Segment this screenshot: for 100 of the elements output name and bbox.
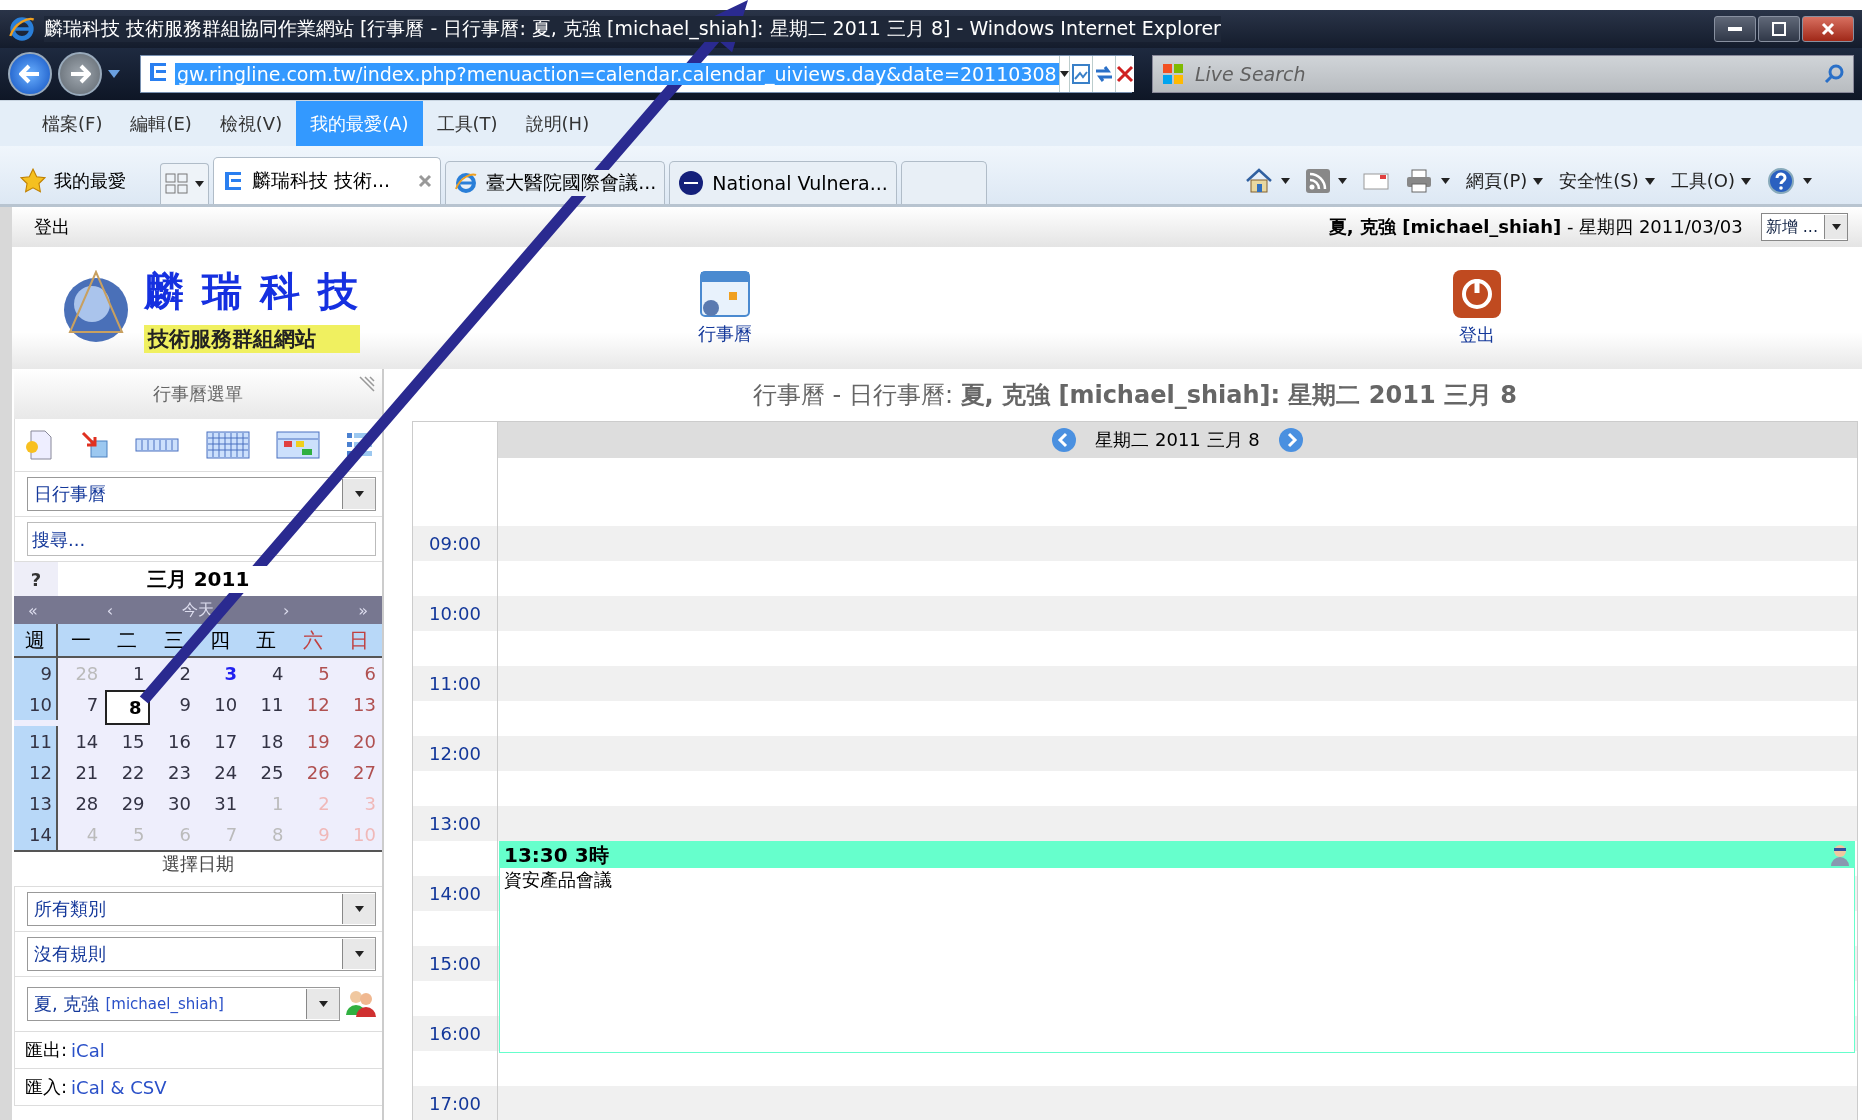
menu-item[interactable]: 檔案(F) [28, 101, 117, 146]
calendar-day[interactable]: 30 [150, 788, 197, 819]
calendar-day[interactable]: 25 [243, 757, 290, 788]
home-icon[interactable] [1245, 168, 1274, 194]
caret-icon[interactable] [108, 70, 120, 78]
calendar-day[interactable]: 27 [335, 757, 382, 788]
menu-item[interactable]: 工具(T) [422, 101, 512, 146]
refresh-button[interactable] [1091, 56, 1115, 92]
caret-icon[interactable] [354, 491, 364, 497]
help-icon[interactable] [1767, 167, 1795, 195]
calendar-app-link[interactable]: 行事曆 [698, 270, 752, 346]
calendar-day[interactable]: 15 [104, 726, 151, 757]
feed-icon[interactable] [1306, 169, 1331, 193]
calendar-day[interactable]: 16 [150, 726, 197, 757]
calendar-day[interactable]: 24 [196, 757, 244, 788]
minimize-button[interactable] [1714, 16, 1756, 42]
calendar-day[interactable]: 14 [58, 726, 105, 757]
browser-tab[interactable]: 麟瑞科技 技術... [213, 157, 442, 204]
caret-icon[interactable] [1059, 71, 1069, 77]
calendar-day[interactable]: 7 [58, 689, 105, 720]
menu-item[interactable]: 說明(H) [511, 101, 604, 146]
forward-button[interactable] [58, 52, 102, 96]
previous-day-button[interactable] [1051, 427, 1078, 453]
calendar-day[interactable]: 10 [196, 689, 244, 720]
calendar-day[interactable]: 3 [196, 658, 244, 689]
caret-icon[interactable] [1281, 178, 1291, 184]
new-select[interactable]: 新增 ... [1760, 213, 1848, 241]
calendar-day[interactable]: 22 [104, 757, 151, 788]
calendar-day[interactable]: 20 [335, 726, 382, 757]
calendar-day[interactable]: 19 [289, 726, 336, 757]
caret-icon[interactable] [195, 181, 204, 187]
month-view-icon[interactable] [275, 431, 320, 459]
calendar-day[interactable]: 5 [289, 658, 336, 689]
search-icon[interactable] [1823, 63, 1845, 85]
calendar-day[interactable]: 1 [104, 658, 151, 689]
compatibility-button[interactable] [1068, 56, 1092, 92]
calendar-day[interactable]: 11 [243, 689, 290, 720]
calendar-day[interactable]: 17 [196, 726, 244, 757]
calendar-day[interactable]: 6 [335, 658, 382, 689]
stop-icon[interactable] [1115, 65, 1134, 83]
menu-item[interactable]: 檢視(V) [205, 101, 297, 146]
import-icon[interactable] [81, 431, 110, 459]
calendar-day[interactable]: 8 [105, 690, 150, 725]
back-button[interactable] [8, 52, 52, 96]
users-icon[interactable] [346, 989, 376, 1019]
calendar-day[interactable]: 12 [289, 689, 336, 720]
printer-icon[interactable] [1405, 168, 1434, 194]
user-info: 夏, 克強 [michael_shiah] - 星期四 2011/03/03 [1328, 215, 1743, 239]
favorites-button[interactable]: 我的最愛 [20, 158, 156, 204]
search-field[interactable]: Live Search [1152, 55, 1854, 93]
calendar-day[interactable]: 31 [196, 788, 244, 819]
caret-icon[interactable] [1644, 177, 1655, 185]
week-view-icon[interactable] [205, 431, 250, 459]
calendar-day[interactable]: 23 [150, 757, 197, 788]
calendar-day[interactable]: 9 [150, 689, 197, 720]
search-input[interactable]: Live Search [1193, 62, 1815, 86]
grip-icon[interactable] [358, 375, 376, 393]
filter-select[interactable]: 沒有規則 [27, 937, 376, 971]
dropdown-button[interactable] [1058, 56, 1069, 92]
menu-item[interactable]: 編輯(E) [116, 101, 206, 146]
back-arrow-icon[interactable] [19, 64, 41, 84]
calendar-day[interactable]: 29 [104, 788, 151, 819]
browser-tab[interactable]: National Vulnera... [669, 161, 897, 204]
caret-icon[interactable] [318, 1001, 328, 1007]
maximize-button[interactable] [1758, 16, 1800, 42]
caret-icon[interactable] [1441, 178, 1451, 184]
calendar-day[interactable]: 21 [58, 757, 105, 788]
mail-icon[interactable] [1363, 171, 1390, 191]
caret-icon[interactable] [1803, 178, 1812, 184]
calendar-day[interactable]: 13 [335, 689, 382, 720]
owner-select[interactable]: 夏, 克強 [michael_shiah] [27, 987, 340, 1021]
calendar-day[interactable]: 4 [243, 658, 290, 689]
import-link[interactable]: iCal & CSV [71, 1076, 167, 1098]
calendar-day[interactable]: 2 [150, 658, 197, 689]
close-button[interactable] [1802, 16, 1854, 42]
calendar-day[interactable]: 26 [289, 757, 336, 788]
maximize-icon[interactable] [1772, 22, 1786, 36]
caret-icon[interactable] [354, 906, 364, 912]
command-menu[interactable]: 網頁(P) [1466, 169, 1544, 193]
calendar-day[interactable]: 28 [58, 788, 105, 819]
browser-tab[interactable]: 臺大醫院國際會議... [445, 161, 666, 204]
calendar-event[interactable]: 13:30 3時 資安產品會議 [499, 841, 1855, 1053]
caret-icon[interactable] [1741, 177, 1751, 185]
view-select[interactable]: 日行事曆 [27, 477, 376, 511]
caret-icon[interactable] [1831, 224, 1841, 230]
logout-link[interactable]: 登出 [26, 215, 70, 239]
command-menu[interactable]: 工具(O) [1670, 169, 1751, 193]
chart-page-icon[interactable] [1069, 63, 1092, 85]
next-day-button[interactable] [1277, 427, 1304, 453]
caret-icon[interactable] [1533, 177, 1544, 185]
help-button[interactable]: ? [14, 562, 58, 596]
category-select[interactable]: 所有類別 [27, 892, 376, 926]
command-menu[interactable]: 安全性(S) [1559, 169, 1655, 193]
close-icon[interactable] [418, 174, 433, 188]
ical-link[interactable]: iCal [71, 1039, 105, 1061]
calendar-day[interactable]: 18 [243, 726, 290, 757]
logout-app-link[interactable]: 登出 [1452, 269, 1502, 347]
caret-icon[interactable] [354, 951, 364, 957]
search-field[interactable]: 搜尋... [27, 522, 376, 556]
caret-icon[interactable] [1338, 178, 1348, 184]
